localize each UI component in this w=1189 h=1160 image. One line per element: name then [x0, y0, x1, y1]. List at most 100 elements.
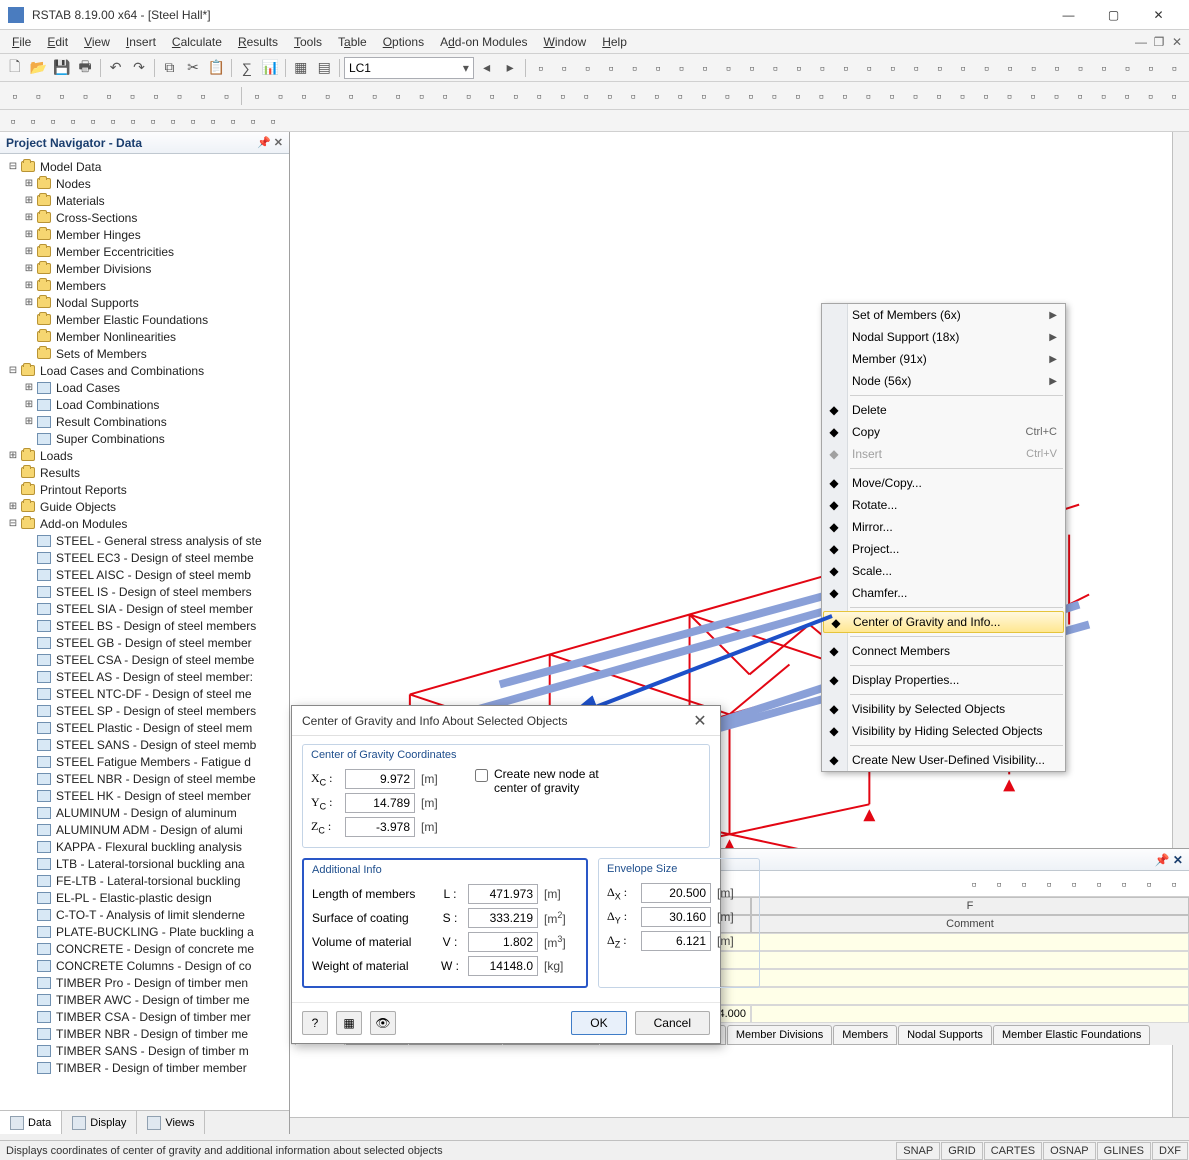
- tree-lcc-0[interactable]: ⊞Load Cases: [2, 379, 287, 396]
- tree-toggle-icon[interactable]: [22, 1044, 36, 1058]
- yc-input[interactable]: 14.789: [345, 793, 415, 813]
- tb2b-icon-38[interactable]: ▫: [1140, 85, 1162, 107]
- tool-icon-21[interactable]: ▫: [1023, 57, 1044, 79]
- tree-toggle-icon[interactable]: [22, 313, 36, 327]
- tree-simple-1[interactable]: Results: [2, 464, 287, 481]
- tb2b-icon-16[interactable]: ▫: [622, 85, 644, 107]
- tree-addon-6[interactable]: STEEL GB - Design of steel member: [2, 634, 287, 651]
- tb2b-icon-3[interactable]: ▫: [317, 85, 339, 107]
- tree-md-2[interactable]: ⊞Cross-Sections: [2, 209, 287, 226]
- tree-lcc-2[interactable]: ⊞Result Combinations: [2, 413, 287, 430]
- tb2b-icon-8[interactable]: ▫: [434, 85, 456, 107]
- menu-file[interactable]: File: [4, 32, 39, 52]
- tool-icon-20[interactable]: ▫: [999, 57, 1020, 79]
- tree-addon-8[interactable]: STEEL AS - Design of steel member:: [2, 668, 287, 685]
- tb3-icon-4[interactable]: ▫: [84, 112, 102, 130]
- tree-toggle-icon[interactable]: [22, 823, 36, 837]
- tree-toggle-icon[interactable]: ⊞: [22, 245, 36, 259]
- tree-toggle-icon[interactable]: ⊞: [6, 449, 20, 463]
- tree-toggle-icon[interactable]: [22, 806, 36, 820]
- dp-tool-1[interactable]: ▫: [988, 873, 1010, 895]
- tb2b-icon-28[interactable]: ▫: [905, 85, 927, 107]
- tree-toggle-icon[interactable]: [22, 721, 36, 735]
- tree-toggle-icon[interactable]: [22, 976, 36, 990]
- tb2b-icon-29[interactable]: ▫: [928, 85, 950, 107]
- tree-toggle-icon[interactable]: ⊟: [6, 517, 20, 531]
- tree-toggle-icon[interactable]: [22, 670, 36, 684]
- tree-toggle-icon[interactable]: ⊞: [6, 500, 20, 514]
- tree-addon-0[interactable]: STEEL - General stress analysis of ste: [2, 532, 287, 549]
- save-icon[interactable]: 💾: [51, 57, 72, 79]
- tool-icon-14[interactable]: ▫: [858, 57, 879, 79]
- tree-addon-28[interactable]: TIMBER CSA - Design of timber mer: [2, 1008, 287, 1025]
- open-icon[interactable]: 📂: [27, 57, 48, 79]
- menu-table[interactable]: Table: [330, 32, 375, 52]
- tree-toggle-icon[interactable]: [6, 483, 20, 497]
- cm-copy[interactable]: ◆CopyCtrl+C: [822, 421, 1065, 443]
- tb2-icon-7[interactable]: ▫: [169, 85, 191, 107]
- status-dxf[interactable]: DXF: [1152, 1142, 1188, 1160]
- tb2b-icon-11[interactable]: ▫: [505, 85, 527, 107]
- tool-icon-26[interactable]: ▫: [1140, 57, 1161, 79]
- nav-tab-display[interactable]: Display: [62, 1111, 137, 1134]
- tb3-icon-8[interactable]: ▫: [164, 112, 182, 130]
- tb2b-icon-6[interactable]: ▫: [387, 85, 409, 107]
- minimize-button[interactable]: —: [1046, 0, 1091, 30]
- menu-results[interactable]: Results: [230, 32, 286, 52]
- tool-icon-0[interactable]: ▫: [530, 57, 551, 79]
- tree-addon-16[interactable]: ALUMINUM - Design of aluminum: [2, 804, 287, 821]
- tree-toggle-icon[interactable]: [22, 1027, 36, 1041]
- tree-toggle-icon[interactable]: ⊞: [22, 262, 36, 276]
- tree-toggle-icon[interactable]: [22, 942, 36, 956]
- menu-tools[interactable]: Tools: [286, 32, 330, 52]
- tb2b-icon-31[interactable]: ▫: [975, 85, 997, 107]
- tb2b-icon-33[interactable]: ▫: [1022, 85, 1044, 107]
- tree-addon-30[interactable]: TIMBER SANS - Design of timber m: [2, 1042, 287, 1059]
- tree-toggle-icon[interactable]: [6, 466, 20, 480]
- tool-icon-8[interactable]: ▫: [718, 57, 739, 79]
- tb2b-icon-20[interactable]: ▫: [716, 85, 738, 107]
- mdi-restore[interactable]: ❐: [1151, 35, 1167, 49]
- tb2b-icon-23[interactable]: ▫: [787, 85, 809, 107]
- tree-toggle-icon[interactable]: [22, 551, 36, 565]
- nav-icon[interactable]: ▤: [314, 57, 335, 79]
- cm-scale-[interactable]: ◆Scale...: [822, 560, 1065, 582]
- tree-toggle-icon[interactable]: ⊞: [22, 381, 36, 395]
- tree-addon-24[interactable]: CONCRETE - Design of concrete me: [2, 940, 287, 957]
- dy-input[interactable]: 30.160: [641, 907, 711, 927]
- tree-toggle-icon[interactable]: [22, 653, 36, 667]
- tree-lcc-1[interactable]: ⊞Load Combinations: [2, 396, 287, 413]
- tree-addon-5[interactable]: STEEL BS - Design of steel members: [2, 617, 287, 634]
- tree-toggle-icon[interactable]: ⊞: [22, 398, 36, 412]
- status-cartes[interactable]: CARTES: [984, 1142, 1042, 1160]
- tool-icon-3[interactable]: ▫: [600, 57, 621, 79]
- tree-md-6[interactable]: ⊞Members: [2, 277, 287, 294]
- apply-icon[interactable]: ▦: [336, 1011, 362, 1035]
- tree-addon-25[interactable]: CONCRETE Columns - Design of co: [2, 957, 287, 974]
- dp-tool-8[interactable]: ▫: [1163, 873, 1185, 895]
- tool-icon-12[interactable]: ▫: [811, 57, 832, 79]
- tree-toggle-icon[interactable]: [22, 738, 36, 752]
- tool-icon-10[interactable]: ▫: [765, 57, 786, 79]
- tb3-icon-2[interactable]: ▫: [44, 112, 62, 130]
- ok-button[interactable]: OK: [571, 1011, 626, 1035]
- cm-create-new-user-defined-visibility-[interactable]: ◆Create New User-Defined Visibility...: [822, 749, 1065, 771]
- tb3-icon-12[interactable]: ▫: [244, 112, 262, 130]
- tree-lcc-3[interactable]: Super Combinations: [2, 430, 287, 447]
- dp-tool-5[interactable]: ▫: [1088, 873, 1110, 895]
- tb2b-icon-27[interactable]: ▫: [881, 85, 903, 107]
- tree-toggle-icon[interactable]: ⊞: [22, 228, 36, 242]
- tree-toggle-icon[interactable]: [22, 704, 36, 718]
- tb2b-icon-15[interactable]: ▫: [599, 85, 621, 107]
- tb2b-icon-22[interactable]: ▫: [763, 85, 785, 107]
- tree-model-data[interactable]: ⊟Model Data: [2, 158, 287, 175]
- tool-icon-6[interactable]: ▫: [671, 57, 692, 79]
- tree-toggle-icon[interactable]: [22, 602, 36, 616]
- tree-toggle-icon[interactable]: [22, 908, 36, 922]
- tree-addon-14[interactable]: STEEL NBR - Design of steel membe: [2, 770, 287, 787]
- tree-addon-18[interactable]: KAPPA - Flexural buckling analysis: [2, 838, 287, 855]
- tb2-icon-9[interactable]: ▫: [216, 85, 238, 107]
- tool-icon-23[interactable]: ▫: [1070, 57, 1091, 79]
- tb2b-icon-21[interactable]: ▫: [740, 85, 762, 107]
- tb2b-icon-2[interactable]: ▫: [293, 85, 315, 107]
